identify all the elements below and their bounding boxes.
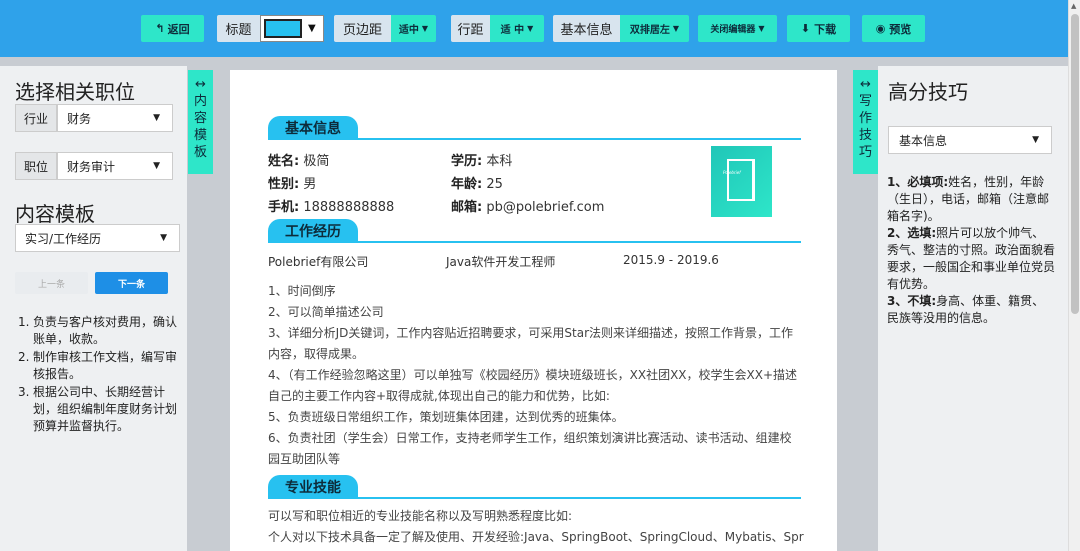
right-panel: 高分技巧 基本信息 ▼ 1、必填项:姓名，性别，年龄（生日），电话，邮箱（注意邮… <box>878 66 1068 551</box>
back-arrow-icon: ↰ <box>155 22 165 35</box>
template-select[interactable]: 实习/工作经历 ▼ <box>15 224 180 252</box>
expand-arrows-icon: ↔ <box>195 77 206 92</box>
name-row[interactable]: 姓名: 极简 <box>268 150 329 169</box>
tips-content: 1、必填项:姓名，性别，年龄（生日），电话，邮箱（注意邮箱名字)。 2、选填:照… <box>887 174 1055 327</box>
resume-page: 基本信息 姓名: 极简 性别: 男 手机: 18888888888 学历: 本科… <box>230 70 837 551</box>
margin-label: 页边距 <box>334 15 391 42</box>
section-tag[interactable]: 基本信息 <box>268 116 358 140</box>
top-toolbar: ↰ 返回 标题 ▼ 页边距 适中 ▼ 行距 适 中 ▼ 基本信息 双排居左 ▼ 关闭编… <box>0 0 1068 57</box>
margin-select[interactable]: 适中 ▼ <box>391 15 436 42</box>
linespacing-label: 行距 <box>451 15 490 42</box>
caret-down-icon: ▼ <box>1032 135 1039 145</box>
caret-down-icon: ▼ <box>308 23 316 34</box>
back-button[interactable]: ↰ 返回 <box>141 15 204 42</box>
content-template-tab[interactable]: ↔ 内容模板 <box>188 70 213 174</box>
profile-photo[interactable]: Polebrief <box>711 146 772 217</box>
list-item[interactable]: 1. 负责与客户核对费用，确认账单，收款。 <box>15 314 183 348</box>
list-item[interactable]: 3. 根据公司中、长期经营计划，组织编制年度财务计划预算并监督执行。 <box>15 384 183 435</box>
position-select[interactable]: 财务审计 ▼ <box>57 152 173 180</box>
position-panel-title: 选择相关职位 <box>15 80 135 104</box>
skills-section-header: 专业技能 <box>268 475 801 499</box>
gender-row[interactable]: 性别: 男 <box>268 173 316 192</box>
work-description[interactable]: 1、时间倒序 2、可以简单描述公司 3、详细分析JD关键词，工作内容贴近招聘要求… <box>268 281 801 470</box>
work-section-header: 工作经历 <box>268 219 801 243</box>
caret-down-icon: ▼ <box>421 24 429 33</box>
industry-label: 行业 <box>15 104 57 132</box>
tip-paragraph: 1、必填项:姓名，性别，年龄（生日），电话，邮箱（注意邮箱名字)。 <box>887 175 1050 223</box>
position-label: 职位 <box>15 152 57 180</box>
expand-arrows-icon: ↔ <box>860 77 871 92</box>
left-panel: 选择相关职位 行业 财务 ▼ 职位 财务审计 ▼ 内容模板 实习/工作经历 ▼ … <box>0 66 187 551</box>
caret-down-icon: ▼ <box>672 24 680 33</box>
template-panel-title: 内容模板 <box>15 202 95 226</box>
scrollbar-thumb[interactable] <box>1071 14 1079 314</box>
list-item[interactable]: 2. 制作审核工作文档，编写审核报告。 <box>15 349 183 383</box>
tips-section-select[interactable]: 基本信息 ▼ <box>888 126 1052 154</box>
section-tag[interactable]: 工作经历 <box>268 219 358 243</box>
education-row[interactable]: 学历: 本科 <box>451 150 512 169</box>
title-color-picker[interactable]: ▼ <box>260 15 324 42</box>
eye-icon: ◉ <box>875 22 886 35</box>
editor-toggle-select[interactable]: 关闭编辑器 ▼ <box>698 15 777 42</box>
caret-down-icon: ▼ <box>758 24 765 33</box>
section-layout-select[interactable]: 双排居左 ▼ <box>620 15 689 42</box>
section-label: 基本信息 <box>553 15 620 42</box>
download-button[interactable]: ⬇ 下载 <box>787 15 850 42</box>
photo-placeholder-icon <box>727 159 755 201</box>
caret-down-icon: ▼ <box>153 113 160 123</box>
title-color-label: 标题 <box>217 15 260 42</box>
caret-down-icon: ▼ <box>160 233 167 243</box>
prev-button[interactable]: 上一条 <box>15 272 88 294</box>
industry-select[interactable]: 财务 ▼ <box>57 104 173 132</box>
writing-tips-tab[interactable]: ↔ 写作技巧 <box>853 70 878 174</box>
tips-panel-title: 高分技巧 <box>888 80 968 104</box>
download-icon: ⬇ <box>800 22 811 35</box>
template-tips-list: 1. 负责与客户核对费用，确认账单，收款。 2. 制作审核工作文档，编写审核报告。 … <box>15 314 183 436</box>
age-row[interactable]: 年龄: 25 <box>451 173 503 192</box>
skills-description[interactable]: 可以写和职位相近的专业技能名称以及写明熟悉程度比如: 个人对以下技术具备一定了解… <box>268 506 804 548</box>
preview-button[interactable]: ◉ 预览 <box>862 15 925 42</box>
caret-down-icon: ▼ <box>527 24 534 33</box>
section-tag[interactable]: 专业技能 <box>268 475 358 499</box>
color-swatch <box>264 19 302 38</box>
linespacing-select[interactable]: 适 中 ▼ <box>490 15 544 42</box>
phone-row[interactable]: 手机: 18888888888 <box>268 196 394 215</box>
tip-paragraph: 3、不填:身高、体重、籍贯、民族等没用的信息。 <box>887 294 1045 325</box>
tip-paragraph: 2、选填:照片可以放个帅气、秀气、整洁的寸照。政治面貌看要求，一般国企和事业单位… <box>887 226 1056 291</box>
next-button[interactable]: 下一条 <box>95 272 168 294</box>
basic-info-section-header: 基本信息 <box>268 116 801 140</box>
caret-down-icon: ▼ <box>153 161 160 171</box>
email-row[interactable]: 邮箱: pb@polebrief.com <box>451 196 604 215</box>
page-scrollbar[interactable]: ▲ <box>1068 0 1080 551</box>
scroll-up-icon[interactable]: ▲ <box>1071 2 1076 10</box>
